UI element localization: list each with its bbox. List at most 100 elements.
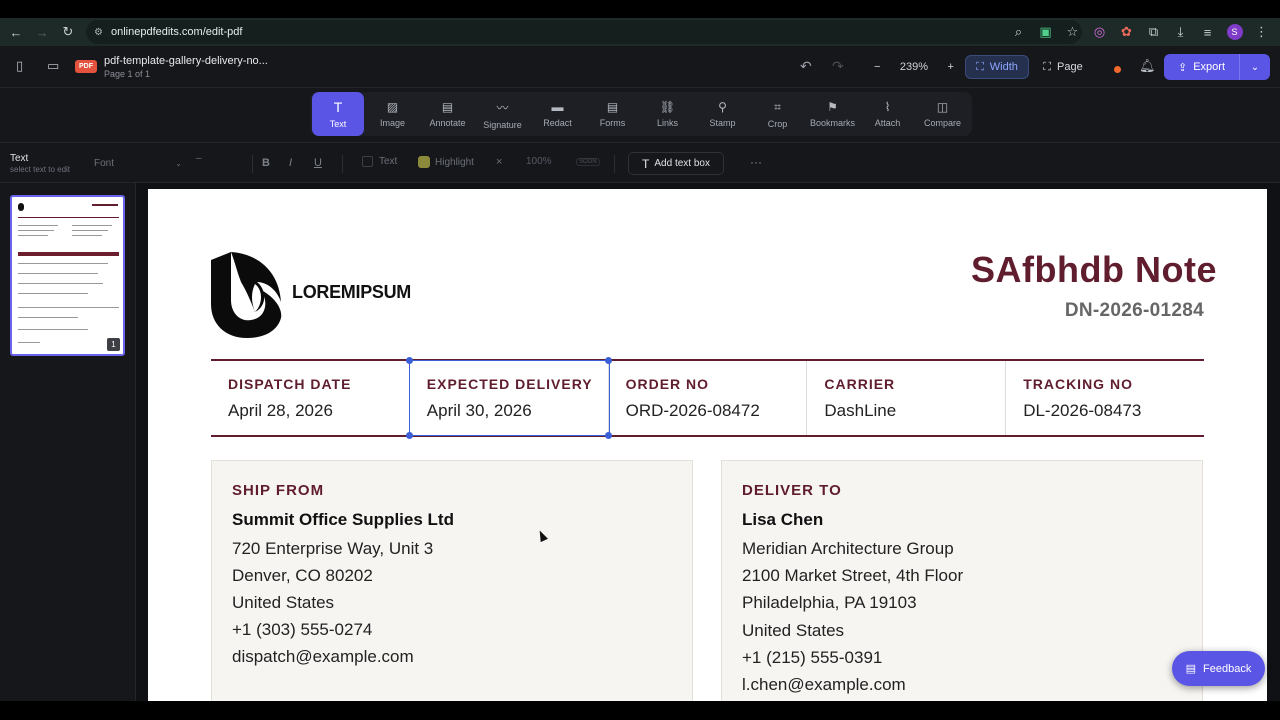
font-select[interactable]: Font ⌄: [86, 153, 186, 173]
resize-handle[interactable]: [405, 357, 413, 364]
download-icon[interactable]: ⤓: [1168, 19, 1193, 45]
site-info-icon[interactable]: ⚙: [94, 27, 103, 38]
font-size-stepper[interactable]: –: [196, 153, 202, 164]
more-options-button[interactable]: ···: [750, 155, 762, 169]
zoom-out-button[interactable]: −: [874, 61, 880, 73]
thumbnail-table-header: [18, 252, 119, 256]
sidebar-toggle-icon[interactable]: ▯: [16, 58, 23, 74]
tool-signature[interactable]: 〰 Signature: [475, 92, 530, 136]
add-text-box-button[interactable]: T Add text box: [628, 152, 724, 175]
tool-ribbon: T Text ▨ Image ▤ Annotate 〰 Signature ▬ Redac…: [310, 92, 972, 136]
address-line: United States: [232, 593, 335, 612]
page-number-badge: 1: [107, 338, 120, 351]
meta-carrier[interactable]: CARRIER DashLine: [807, 361, 1007, 435]
meta-label: DISPATCH DATE: [228, 376, 352, 392]
underline-button[interactable]: U: [314, 157, 322, 169]
zoom-icon[interactable]: ⌕: [1006, 19, 1031, 45]
page-thumbnail[interactable]: 1: [10, 195, 125, 356]
divider: [252, 155, 253, 173]
playlist-icon[interactable]: ≡: [1195, 19, 1220, 45]
extensions-icon[interactable]: ⧉: [1141, 19, 1166, 45]
meta-tracking-no[interactable]: TRACKING NO DL-2026-08473: [1006, 361, 1204, 435]
zoom-control: − 239% +: [868, 54, 960, 80]
meta-label: CARRIER: [824, 376, 896, 392]
thumbnail-line: [18, 230, 54, 231]
document-canvas[interactable]: LOREMIPSUM SAfbhdb Note DN-2026-01284 DI…: [136, 183, 1280, 701]
tool-label: Image: [379, 118, 405, 128]
phone-line: +1 (303) 555-0274: [232, 620, 373, 639]
meta-label: EXPECTED DELIVERY: [426, 376, 593, 392]
fit-width-button[interactable]: ⛶ Width: [965, 55, 1029, 79]
format-toolbar: Text select text to edit Font ⌄ – B I U T…: [0, 142, 1280, 183]
reload-icon[interactable]: ↻: [55, 19, 81, 45]
meta-value: April 28, 2026: [228, 401, 333, 420]
tool-annotate[interactable]: ▤ Annotate: [420, 92, 475, 136]
thumbnail-line: [18, 235, 48, 236]
document-number[interactable]: DN-2026-01284: [1065, 300, 1204, 322]
redo-icon[interactable]: ↷: [832, 58, 844, 75]
logo-text: LOREMIPSUM: [292, 282, 412, 302]
tool-text[interactable]: T Text: [312, 92, 364, 136]
text-icon: T: [642, 156, 650, 171]
feedback-button[interactable]: ▤ Feedback: [1172, 651, 1265, 686]
thumbnail-line: [18, 225, 58, 226]
compare-icon: ◫: [936, 100, 949, 114]
annotate-icon: ▤: [441, 100, 454, 114]
deliver-to-box[interactable]: DELIVER TO Lisa Chen Meridian Architectu…: [721, 460, 1203, 701]
tool-links[interactable]: ⛓ Links: [640, 92, 695, 136]
meta-expected-delivery[interactable]: EXPECTED DELIVERY April 30, 2026: [405, 357, 612, 439]
email-line: l.chen@example.com: [742, 675, 906, 694]
chevron-down-icon[interactable]: ⌄: [1240, 62, 1270, 73]
meta-dispatch-date[interactable]: DISPATCH DATE April 28, 2026: [211, 361, 410, 435]
phone-line: +1 (215) 555-0391: [742, 648, 883, 667]
redact-icon: ▬: [551, 100, 564, 114]
shipment-meta-row: DISPATCH DATE April 28, 2026 EXPECTED DE…: [211, 357, 1204, 439]
document-heading[interactable]: SAfbhdb Note: [971, 249, 1217, 291]
crop-icon: ⌗: [774, 99, 781, 114]
text-color-button[interactable]: Text: [362, 156, 397, 167]
tool-bookmarks[interactable]: ⚑ Bookmarks: [805, 92, 860, 136]
highlight-button[interactable]: Highlight: [418, 156, 474, 168]
pdf-page[interactable]: LOREMIPSUM SAfbhdb Note DN-2026-01284 DI…: [148, 189, 1267, 701]
meta-order-no[interactable]: ORDER NO ORD-2026-08472: [609, 361, 808, 435]
undo-icon[interactable]: ↶: [800, 58, 812, 75]
bell-icon[interactable]: 🔔︎: [1139, 58, 1156, 74]
meta-value: DL-2026-08473: [1023, 401, 1142, 420]
thumbnail-line: [18, 342, 40, 343]
address-bar[interactable]: ⚙ onlinepdfedits.com/edit-pdf: [86, 20, 1082, 44]
zoom-level[interactable]: 239%: [900, 61, 928, 73]
app-window: ← → ↻ ⚙ onlinepdfedits.com/edit-pdf ⌕ ▣ …: [0, 0, 1280, 720]
clear-highlight-button[interactable]: ×: [496, 156, 502, 168]
zoom-in-button[interactable]: +: [948, 61, 954, 73]
profile-button[interactable]: S: [1222, 19, 1247, 45]
export-button[interactable]: ⇪ Export ⌄: [1164, 54, 1270, 80]
thumbnail-line: [18, 263, 108, 264]
forward-icon[interactable]: →: [29, 19, 55, 45]
divider: [614, 155, 615, 173]
cast-icon[interactable]: ▣: [1033, 19, 1058, 45]
thumbnail-line: [92, 204, 118, 206]
tool-stamp[interactable]: ⚲ Stamp: [695, 92, 750, 136]
ship-from-box[interactable]: SHIP FROM Summit Office Supplies Ltd 720…: [211, 460, 693, 701]
folder-icon[interactable]: ▭: [47, 58, 59, 74]
tool-image[interactable]: ▨ Image: [365, 92, 420, 136]
thumbnail-line: [72, 235, 102, 236]
document-title[interactable]: pdf-template-gallery-delivery-no...: [104, 55, 268, 67]
extension-color-icon[interactable]: ◎: [1087, 19, 1112, 45]
tool-redact[interactable]: ▬ Redact: [530, 92, 585, 136]
tool-label: Crop: [767, 118, 788, 129]
tool-attach[interactable]: ⌇ Attach: [860, 92, 915, 136]
opacity-select[interactable]: 100%: [526, 156, 552, 167]
resize-handle[interactable]: [405, 432, 413, 439]
tool-compare[interactable]: ◫ Compare: [915, 92, 970, 136]
tool-forms[interactable]: ▤ Forms: [585, 92, 640, 136]
star-icon[interactable]: ☆: [1060, 19, 1085, 45]
bold-button[interactable]: B: [262, 157, 270, 169]
italic-button[interactable]: I: [289, 157, 292, 169]
tool-crop[interactable]: ⌗ Crop: [750, 92, 805, 136]
extension-flower-icon[interactable]: ✿: [1114, 19, 1139, 45]
company-logo-icon: [211, 252, 282, 338]
back-icon[interactable]: ←: [3, 19, 29, 45]
browser-menu-icon[interactable]: ⋮: [1249, 19, 1274, 45]
fit-page-button[interactable]: ⛶ Page: [1035, 55, 1091, 79]
